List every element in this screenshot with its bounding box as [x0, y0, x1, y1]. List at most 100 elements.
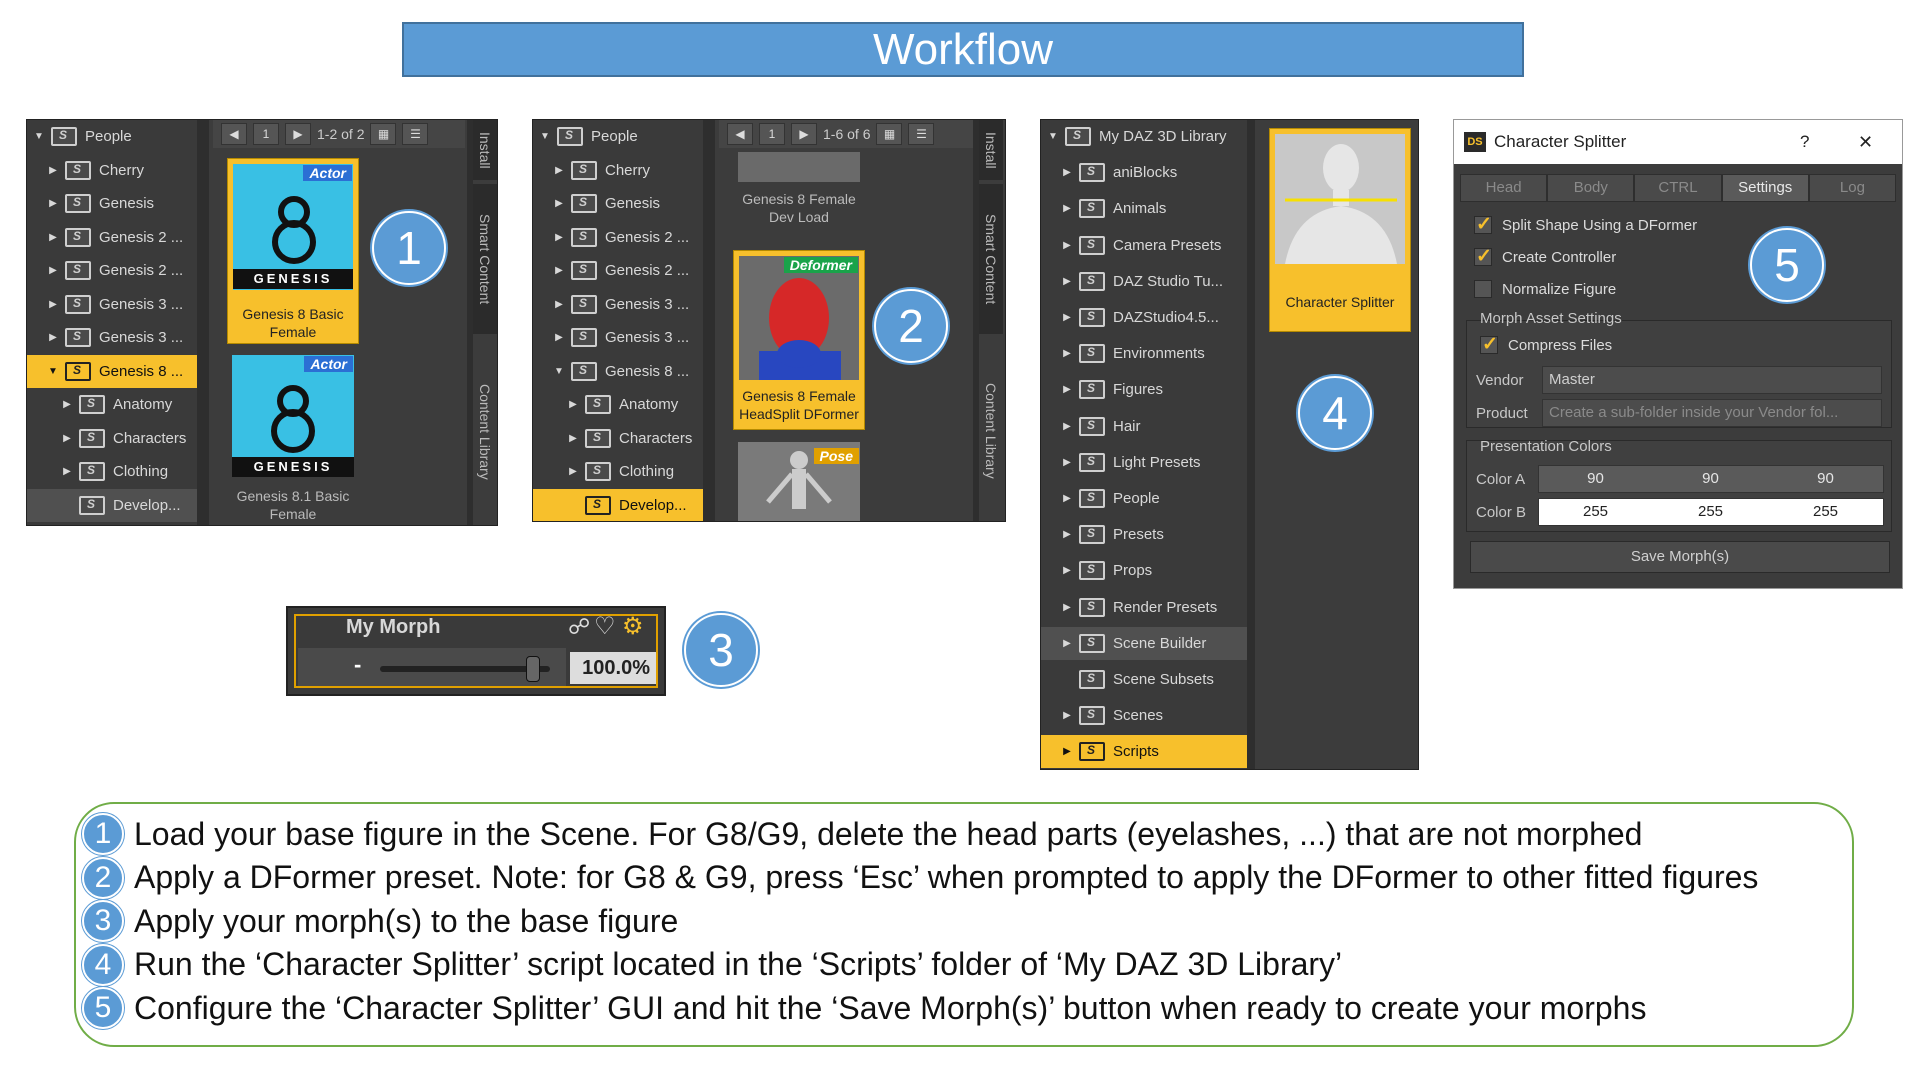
tree-item[interactable]: ▶ Clothing: [533, 455, 703, 488]
content-item[interactable]: Pose: [733, 442, 865, 521]
tree-item[interactable]: ▼ My DAZ 3D Library: [1041, 120, 1247, 153]
tree-item[interactable]: ▶ Scripts: [1041, 735, 1247, 769]
chevron-right-icon[interactable]: ▶: [1061, 746, 1073, 757]
list-view-icon[interactable]: ☰: [908, 123, 935, 145]
tree-item[interactable]: ▼ People: [533, 120, 703, 153]
chevron-right-icon[interactable]: ▶: [1061, 312, 1073, 323]
content-item[interactable]: Actor GENESIS Genesis 8 Basic Female: [227, 158, 359, 344]
tab-ctrl[interactable]: CTRL: [1634, 174, 1722, 202]
chevron-right-icon[interactable]: ▶: [47, 299, 59, 310]
chevron-right-icon[interactable]: ▶: [47, 232, 59, 243]
grid-view-icon[interactable]: ▦: [370, 123, 397, 145]
tab-body[interactable]: Body: [1547, 174, 1635, 202]
chevron-right-icon[interactable]: ▶: [1061, 638, 1073, 649]
content-item[interactable]: Actor GENESIS Genesis 8.1 Basic Female: [227, 350, 359, 525]
tree-item[interactable]: ▶ Cherry: [27, 154, 197, 187]
tree-item[interactable]: ▶ People: [1041, 482, 1247, 515]
tree-item[interactable]: ▶ Genesis 2 ...: [27, 254, 197, 287]
tree-item[interactable]: ▶ Environments: [1041, 337, 1247, 370]
tree-item[interactable]: ▶ Cherry: [533, 154, 703, 187]
tree-item[interactable]: ▶ Genesis 2 ...: [533, 254, 703, 287]
tree-item[interactable]: ▶ Characters: [27, 422, 197, 455]
close-button[interactable]: ✕: [1858, 132, 1873, 153]
tree-item[interactable]: Develop...: [27, 488, 197, 522]
tree-item[interactable]: ▶ Scenes: [1041, 699, 1247, 732]
tree-item[interactable]: ▼ Genesis 8 ...: [533, 355, 703, 388]
prev-page-button[interactable]: ◀: [727, 123, 753, 145]
color-a-red[interactable]: 90: [1538, 465, 1653, 493]
color-a-blue[interactable]: 90: [1768, 465, 1883, 493]
tree-item[interactable]: ▶ Figures: [1041, 373, 1247, 406]
chevron-right-icon[interactable]: ▶: [47, 165, 59, 176]
content-item[interactable]: Deformer Genesis 8 Female HeadSplit DFor…: [733, 250, 865, 430]
tree-item[interactable]: ▶ Hair: [1041, 410, 1247, 443]
chevron-right-icon[interactable]: ▶: [1061, 384, 1073, 395]
tree-item[interactable]: ▶ aniBlocks: [1041, 156, 1247, 189]
tree-scrollbar[interactable]: [703, 120, 715, 521]
tab-settings[interactable]: Settings: [1721, 174, 1809, 202]
vendor-field[interactable]: Master: [1542, 366, 1882, 394]
chevron-right-icon[interactable]: ▶: [1061, 421, 1073, 432]
chevron-down-icon[interactable]: ▼: [539, 131, 551, 142]
tree-item[interactable]: ▼ People: [27, 120, 197, 153]
chevron-right-icon[interactable]: ▶: [553, 299, 565, 310]
tree-item[interactable]: Scene Subsets: [1041, 663, 1247, 696]
chevron-right-icon[interactable]: ▶: [1061, 602, 1073, 613]
checkbox-box[interactable]: [1480, 333, 1498, 356]
chevron-right-icon[interactable]: ▶: [553, 265, 565, 276]
tree-item[interactable]: ▶ Props: [1041, 554, 1247, 587]
tab-content-library[interactable]: Content Library: [473, 338, 497, 525]
tree-item[interactable]: ▶ Anatomy: [27, 388, 197, 421]
slider-thumb[interactable]: [526, 656, 540, 682]
chevron-right-icon[interactable]: ▶: [567, 399, 579, 410]
chevron-right-icon[interactable]: ▶: [553, 232, 565, 243]
chevron-right-icon[interactable]: ▶: [567, 433, 579, 444]
page-number-field[interactable]: 1: [759, 123, 785, 145]
tab-content-library[interactable]: Content Library: [979, 338, 1003, 521]
tree-item[interactable]: ▶ Scene Builder: [1041, 626, 1247, 660]
tree-item[interactable]: ▶ Animals: [1041, 192, 1247, 225]
next-page-button[interactable]: ▶: [791, 123, 817, 145]
color-b-blue[interactable]: 255: [1768, 498, 1883, 526]
next-page-button[interactable]: ▶: [285, 123, 311, 145]
chevron-down-icon[interactable]: ▼: [47, 366, 59, 377]
tree-item[interactable]: ▶ Clothing: [27, 455, 197, 488]
color-b-red[interactable]: 255: [1538, 498, 1653, 526]
tree-item[interactable]: ▶ Genesis 3 ...: [533, 288, 703, 321]
compress-files-checkbox[interactable]: Compress Files: [1480, 333, 1612, 356]
checkbox-box[interactable]: [1474, 245, 1492, 268]
tree-item[interactable]: ▶ Light Presets: [1041, 446, 1247, 479]
tab-install[interactable]: Install: [979, 120, 1003, 180]
chevron-right-icon[interactable]: ▶: [1061, 203, 1073, 214]
tree-item[interactable]: ▶ DAZ Studio Tu...: [1041, 265, 1247, 298]
tab-install[interactable]: Install: [473, 120, 497, 180]
chevron-right-icon[interactable]: ▶: [553, 165, 565, 176]
chevron-right-icon[interactable]: ▶: [1061, 529, 1073, 540]
tree-item[interactable]: ▶ Genesis 3 ...: [533, 321, 703, 354]
list-view-icon[interactable]: ☰: [402, 123, 429, 145]
chevron-right-icon[interactable]: ▶: [1061, 565, 1073, 576]
decrement-label[interactable]: -: [354, 652, 361, 678]
chevron-right-icon[interactable]: ▶: [1061, 710, 1073, 721]
chevron-right-icon[interactable]: ▶: [1061, 167, 1073, 178]
chevron-down-icon[interactable]: ▼: [33, 131, 45, 142]
tree-item[interactable]: ▶ Camera Presets: [1041, 229, 1247, 262]
chevron-right-icon[interactable]: ▶: [47, 332, 59, 343]
content-item[interactable]: Genesis 8 Female Dev Load: [733, 152, 865, 226]
tree-item[interactable]: ▶ Genesis: [533, 187, 703, 220]
tab-log[interactable]: Log: [1808, 174, 1897, 202]
chevron-down-icon[interactable]: ▼: [553, 366, 565, 377]
chevron-right-icon[interactable]: ▶: [1061, 493, 1073, 504]
favorite-heart-icon[interactable]: ♡: [594, 612, 616, 641]
tree-scrollbar[interactable]: [1247, 120, 1255, 769]
chevron-right-icon[interactable]: ▶: [1061, 457, 1073, 468]
grid-view-icon[interactable]: ▦: [876, 123, 903, 145]
tree-item[interactable]: ▶ Genesis 2 ...: [533, 221, 703, 254]
tree-item[interactable]: ▶ Genesis 2 ...: [27, 221, 197, 254]
save-morphs-button[interactable]: Save Morph(s): [1470, 541, 1890, 573]
character-splitter-item[interactable]: Character Splitter: [1269, 128, 1411, 332]
color-a-green[interactable]: 90: [1653, 465, 1768, 493]
chevron-right-icon[interactable]: ▶: [1061, 240, 1073, 251]
tree-item[interactable]: ▶ Characters: [533, 422, 703, 455]
tree-item[interactable]: ▶ Render Presets: [1041, 591, 1247, 624]
